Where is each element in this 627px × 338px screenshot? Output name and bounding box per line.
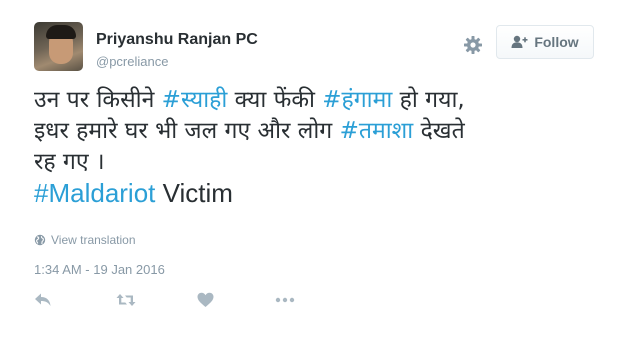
view-translation-link[interactable]: View translation [34, 233, 136, 247]
add-user-icon [511, 35, 528, 48]
tweet-line: #Maldariot Victim [34, 178, 609, 209]
hashtag-link[interactable]: #हंगामा [322, 87, 392, 113]
hashtag-link[interactable]: #Maldariot [34, 178, 155, 208]
tweet-card: Priyanshu Ranjan PC @pcreliance Follow उ… [0, 0, 627, 338]
view-translation-label: View translation [51, 233, 136, 247]
tweet-text: उन पर किसीने #स्याही क्या फेंकी #हंगामा … [34, 85, 609, 209]
retweet-icon[interactable] [116, 292, 136, 308]
avatar-hair [46, 25, 76, 39]
tweet-text-segment: Victim [155, 178, 233, 208]
gear-icon[interactable] [463, 35, 483, 55]
follow-button[interactable]: Follow [496, 25, 594, 59]
tweet-text-segment: हो गया, [392, 87, 465, 113]
tweet-text-segment: उन पर किसीने [34, 87, 162, 113]
hashtag-link[interactable]: #तमाशा [340, 118, 414, 144]
user-handle[interactable]: @pcreliance [96, 54, 168, 69]
globe-icon [34, 234, 46, 246]
tweet-line: रह गए । [34, 147, 609, 178]
tweet-text-segment: रह गए । [34, 149, 105, 175]
heart-icon[interactable] [197, 292, 214, 308]
tweet-text-segment: देखते [413, 118, 465, 144]
tweet-text-segment: इधर हमारे घर भी जल गए और लोग [34, 118, 340, 144]
avatar[interactable] [34, 22, 83, 71]
more-icon[interactable] [275, 292, 295, 308]
tweet-text-segment: क्या फेंकी [227, 87, 323, 113]
tweet-line: इधर हमारे घर भी जल गए और लोग #तमाशा देखत… [34, 116, 609, 147]
tweet-line: उन पर किसीने #स्याही क्या फेंकी #हंगामा … [34, 85, 609, 116]
follow-label: Follow [534, 34, 579, 50]
user-name[interactable]: Priyanshu Ranjan PC [96, 31, 258, 49]
timestamp[interactable]: 1:34 AM - 19 Jan 2016 [34, 262, 165, 277]
hashtag-link[interactable]: #स्याही [162, 87, 228, 113]
reply-icon[interactable] [34, 292, 52, 308]
